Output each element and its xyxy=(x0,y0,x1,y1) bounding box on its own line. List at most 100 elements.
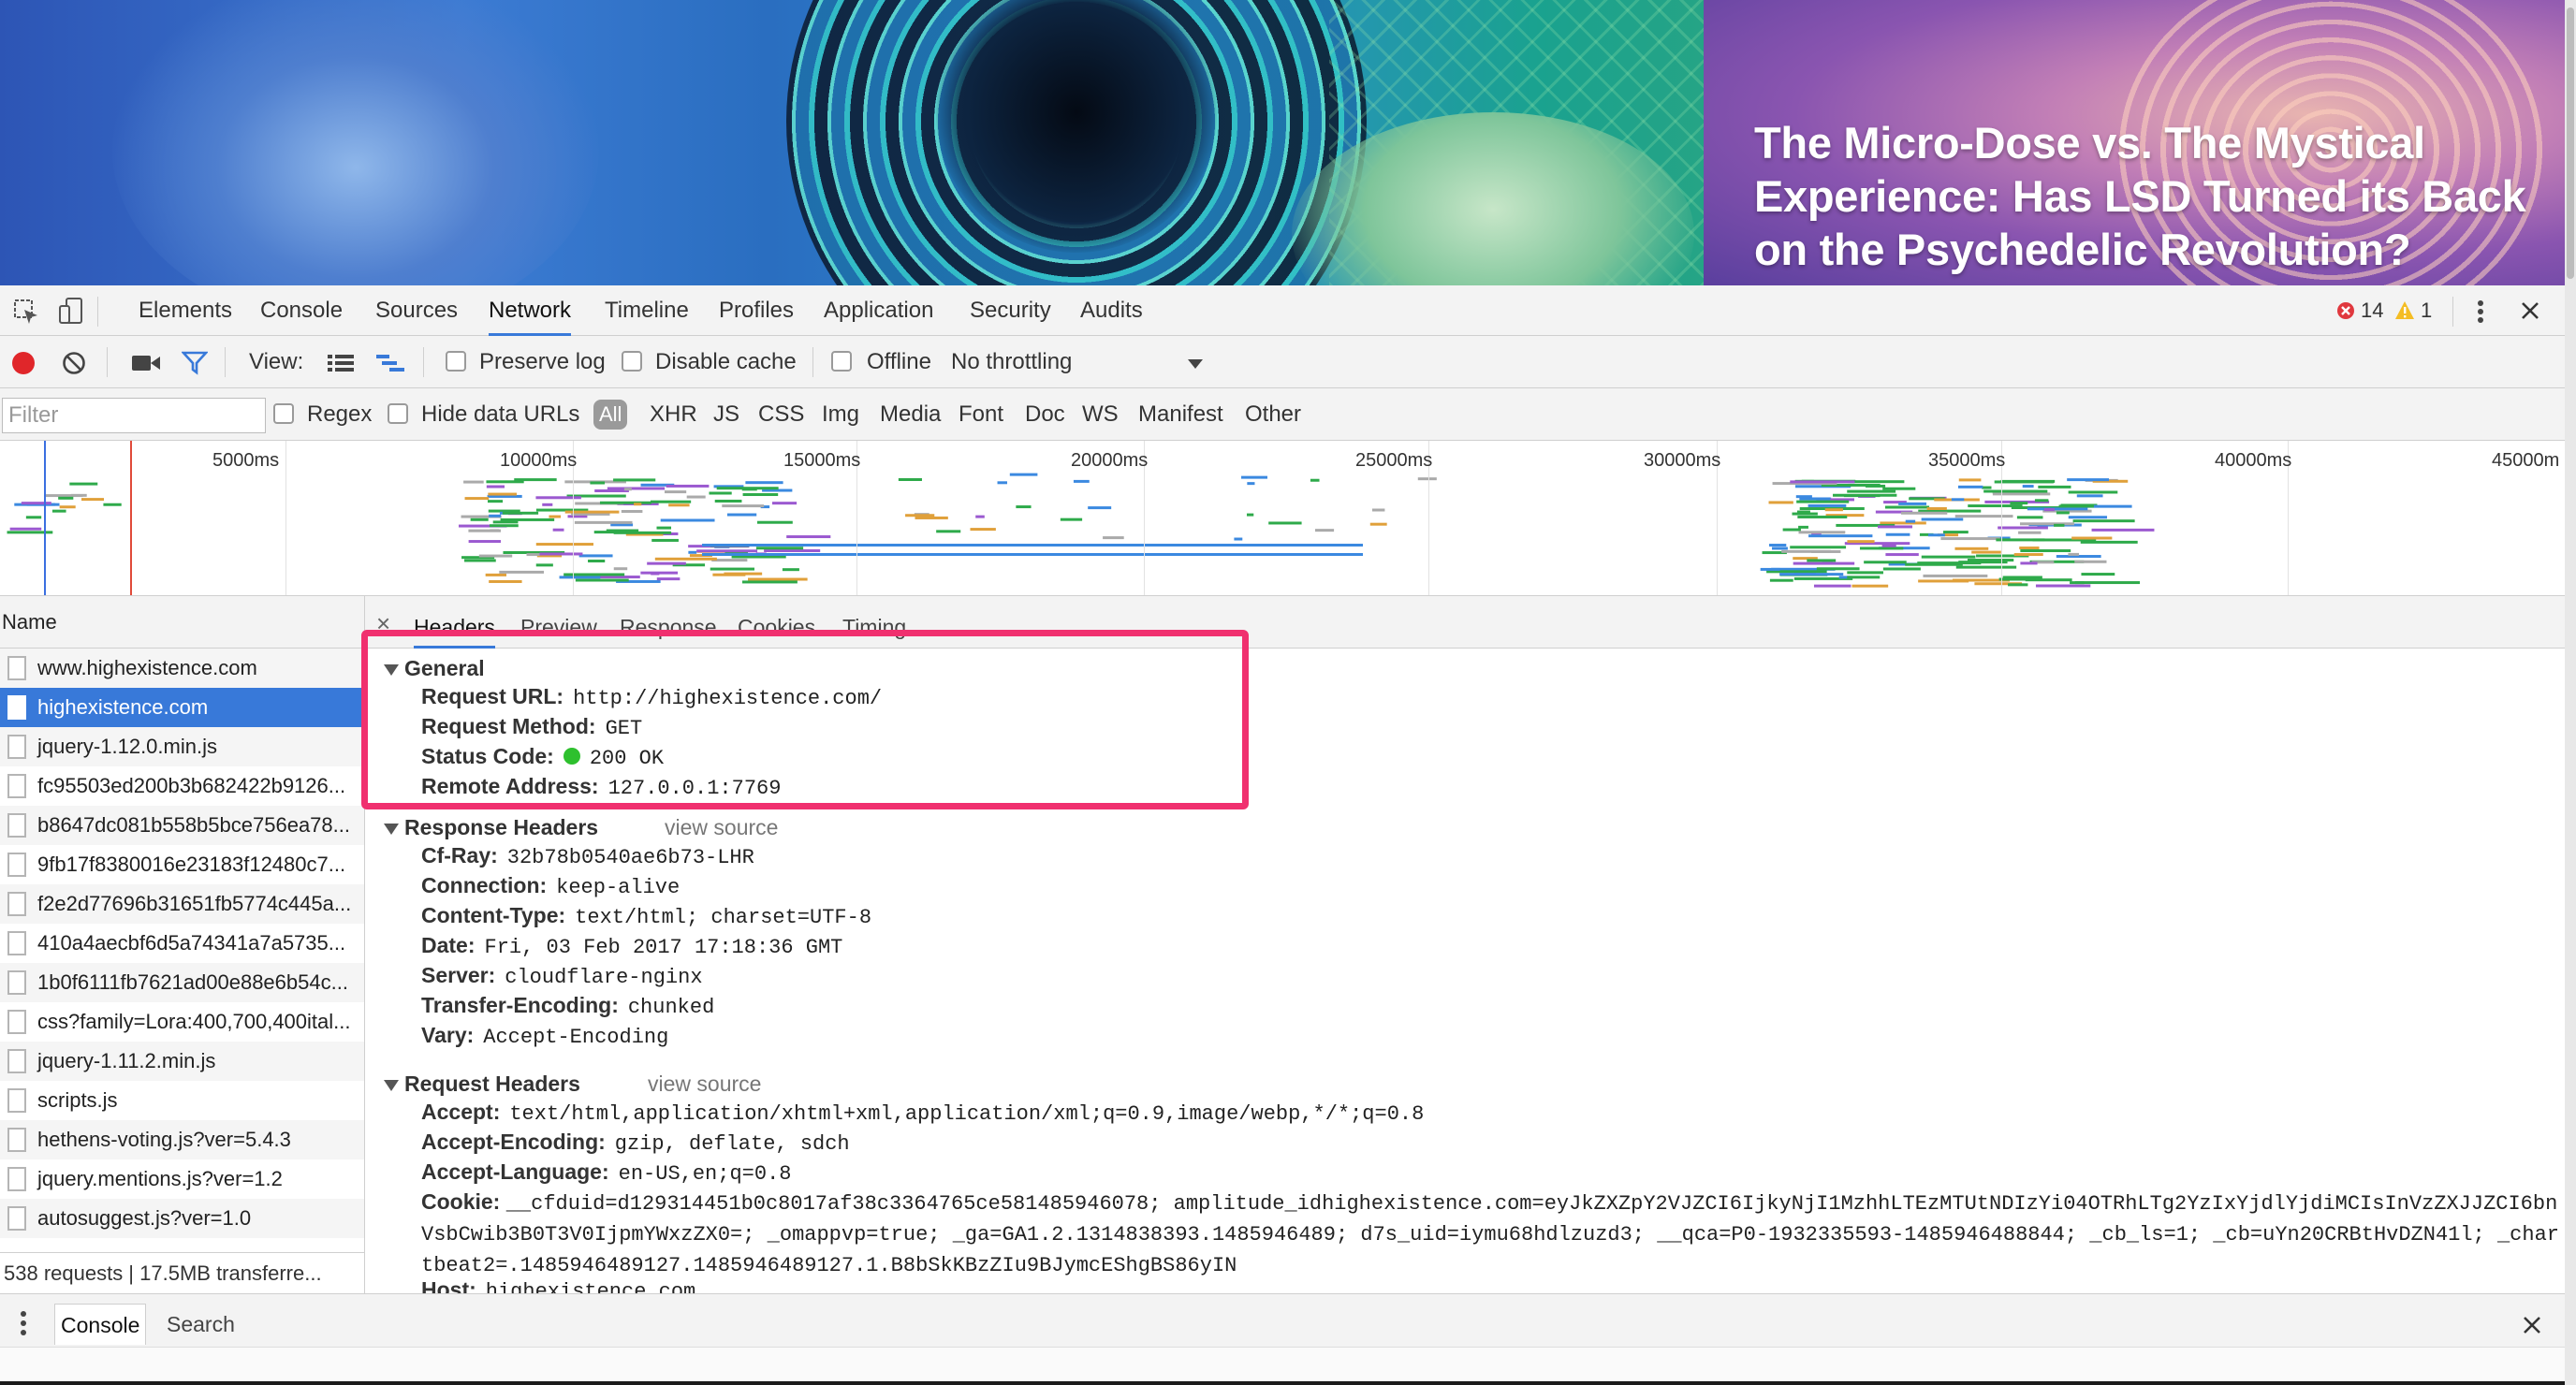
request-row[interactable]: jquery-1.11.2.min.js xyxy=(0,1042,364,1081)
tab-profiles[interactable]: Profiles xyxy=(719,285,794,336)
request-row[interactable]: jquery.mentions.js?ver=1.2 xyxy=(0,1159,364,1199)
request-row[interactable]: css?family=Lora:400,700,400ital... xyxy=(0,1002,364,1042)
page-scrollbar-thumb[interactable] xyxy=(2567,7,2574,279)
detail-tab-response[interactable]: Response xyxy=(620,596,717,649)
filter-funnel-icon[interactable] xyxy=(182,351,208,375)
drawer-tab-search[interactable]: Search xyxy=(161,1304,241,1345)
filter-type-js[interactable]: JS xyxy=(713,388,739,441)
request-name[interactable]: hethens-voting.js?ver=5.4.3 xyxy=(37,1128,291,1151)
filter-type-doc[interactable]: Doc xyxy=(1025,388,1065,441)
request-name[interactable]: fc95503ed200b3b682422b9126... xyxy=(37,774,345,797)
request-name[interactable]: b8647dc081b558b5bce756ea78... xyxy=(37,813,350,837)
large-rows-icon[interactable] xyxy=(328,353,354,373)
hide-data-urls-label[interactable]: Hide data URLs xyxy=(421,388,579,441)
filter-type-css[interactable]: CSS xyxy=(758,388,804,441)
inspect-element-icon[interactable] xyxy=(13,299,39,325)
tab-application[interactable]: Application xyxy=(824,285,933,336)
request-name[interactable]: 410a4aecbf6d5a74341a7a5735... xyxy=(37,931,345,955)
request-row[interactable]: b8647dc081b558b5bce756ea78... xyxy=(0,806,364,845)
tab-elements[interactable]: Elements xyxy=(139,285,232,336)
preserve-log-label[interactable]: Preserve log xyxy=(479,336,606,388)
page-scrollbar[interactable] xyxy=(2565,0,2576,1385)
request-name[interactable]: 9fb17f8380016e23183f12480c7... xyxy=(37,853,345,876)
filter-type-all[interactable]: All xyxy=(593,400,628,430)
record-icon[interactable] xyxy=(11,351,36,375)
warning-icon[interactable] xyxy=(2394,300,2415,321)
close-drawer-icon[interactable] xyxy=(2522,1315,2542,1335)
filter-type-ws[interactable]: WS xyxy=(1082,388,1119,441)
throttling-select[interactable]: No throttling xyxy=(951,336,1072,388)
warning-count[interactable]: 1 xyxy=(2421,285,2432,336)
tab-sources[interactable]: Sources xyxy=(375,285,458,336)
chevron-down-icon[interactable] xyxy=(1187,358,1204,370)
hide-data-urls-checkbox[interactable] xyxy=(388,403,408,424)
preserve-log-checkbox[interactable] xyxy=(446,351,466,372)
request-row[interactable]: autosuggest.js?ver=1.0 xyxy=(0,1199,364,1238)
request-row[interactable]: 410a4aecbf6d5a74341a7a5735... xyxy=(0,924,364,963)
request-name[interactable]: www.highexistence.com xyxy=(37,656,257,679)
request-row[interactable]: f2e2d77696b31651fb5774c445a... xyxy=(0,884,364,924)
article-banner[interactable]: The Micro-Dose vs. The Mystical Experien… xyxy=(0,0,2565,285)
request-name[interactable]: css?family=Lora:400,700,400ital... xyxy=(37,1010,350,1033)
offline-label[interactable]: Offline xyxy=(867,336,931,388)
regex-checkbox[interactable] xyxy=(273,403,294,424)
request-row[interactable]: 9fb17f8380016e23183f12480c7... xyxy=(0,845,364,884)
request-name[interactable]: autosuggest.js?ver=1.0 xyxy=(37,1206,251,1230)
filter-type-img[interactable]: Img xyxy=(822,388,859,441)
detail-tab-cookies[interactable]: Cookies xyxy=(738,596,815,649)
request-row[interactable]: highexistence.com xyxy=(0,688,364,727)
banner-title[interactable]: The Micro-Dose vs. The Mystical Experien… xyxy=(1754,116,2540,276)
tab-console[interactable]: Console xyxy=(260,285,343,336)
tab-security[interactable]: Security xyxy=(970,285,1051,336)
tab-audits[interactable]: Audits xyxy=(1080,285,1143,336)
filter-input[interactable] xyxy=(2,398,266,433)
request-name[interactable]: f2e2d77696b31651fb5774c445a... xyxy=(37,892,351,915)
more-options-icon[interactable] xyxy=(2471,299,2490,325)
filter-type-font[interactable]: Font xyxy=(959,388,1003,441)
screenshot-camera-icon[interactable] xyxy=(131,353,161,373)
name-column-header[interactable]: Name xyxy=(0,596,364,649)
response-headers-header[interactable]: Response Headers xyxy=(384,815,598,840)
error-icon[interactable] xyxy=(2336,301,2355,320)
close-detail-icon[interactable]: × xyxy=(376,609,390,638)
filter-type-xhr[interactable]: XHR xyxy=(650,388,697,441)
device-toolbar-icon[interactable] xyxy=(58,297,84,325)
request-name[interactable]: jquery-1.12.0.min.js xyxy=(37,735,217,758)
filter-type-media[interactable]: Media xyxy=(880,388,941,441)
request-row[interactable]: hethens-voting.js?ver=5.4.3 xyxy=(0,1120,364,1159)
tab-network[interactable]: Network xyxy=(489,285,572,336)
filter-type-other[interactable]: Other xyxy=(1245,388,1301,441)
disable-cache-checkbox[interactable] xyxy=(622,351,642,372)
request-row[interactable]: jquery-1.12.0.min.js xyxy=(0,727,364,766)
detail-tab-headers[interactable]: Headers xyxy=(414,596,495,649)
regex-label[interactable]: Regex xyxy=(307,388,372,441)
response-view-source-link[interactable]: view source xyxy=(665,815,778,840)
clear-icon[interactable] xyxy=(62,351,86,375)
drawer-menu-icon[interactable] xyxy=(17,1309,30,1337)
close-devtools-icon[interactable] xyxy=(2520,300,2540,321)
expand-triangle-icon[interactable] xyxy=(384,663,399,676)
overview-waterfall-icon[interactable] xyxy=(376,353,404,373)
request-name[interactable]: scripts.js xyxy=(37,1088,118,1112)
filter-type-manifest[interactable]: Manifest xyxy=(1138,388,1223,441)
tab-timeline[interactable]: Timeline xyxy=(605,285,689,336)
request-headers-header[interactable]: Request Headers xyxy=(384,1072,580,1097)
error-count[interactable]: 14 xyxy=(2361,285,2383,336)
request-view-source-link[interactable]: view source xyxy=(648,1072,761,1097)
request-row[interactable]: 1b0f6111fb7621ad00e88e6b54c... xyxy=(0,963,364,1002)
request-name[interactable]: jquery-1.11.2.min.js xyxy=(37,1049,215,1072)
request-row[interactable]: fc95503ed200b3b682422b9126... xyxy=(0,766,364,806)
network-overview-timeline[interactable]: 5000ms 10000ms 15000ms 20000ms 25000ms 30000m… xyxy=(0,441,2565,596)
request-row[interactable]: scripts.js xyxy=(0,1081,364,1120)
request-row[interactable]: www.highexistence.com xyxy=(0,649,364,688)
detail-tab-timing[interactable]: Timing xyxy=(842,596,906,649)
general-section-header[interactable]: General xyxy=(384,656,485,681)
expand-triangle-icon[interactable] xyxy=(384,823,399,835)
drawer-tab-console[interactable]: Console xyxy=(54,1304,147,1345)
detail-tab-preview[interactable]: Preview xyxy=(520,596,597,649)
request-name[interactable]: 1b0f6111fb7621ad00e88e6b54c... xyxy=(37,970,348,994)
offline-checkbox[interactable] xyxy=(831,351,852,372)
request-name[interactable]: jquery.mentions.js?ver=1.2 xyxy=(37,1167,283,1190)
request-name[interactable]: highexistence.com xyxy=(37,695,208,719)
disable-cache-label[interactable]: Disable cache xyxy=(655,336,797,388)
